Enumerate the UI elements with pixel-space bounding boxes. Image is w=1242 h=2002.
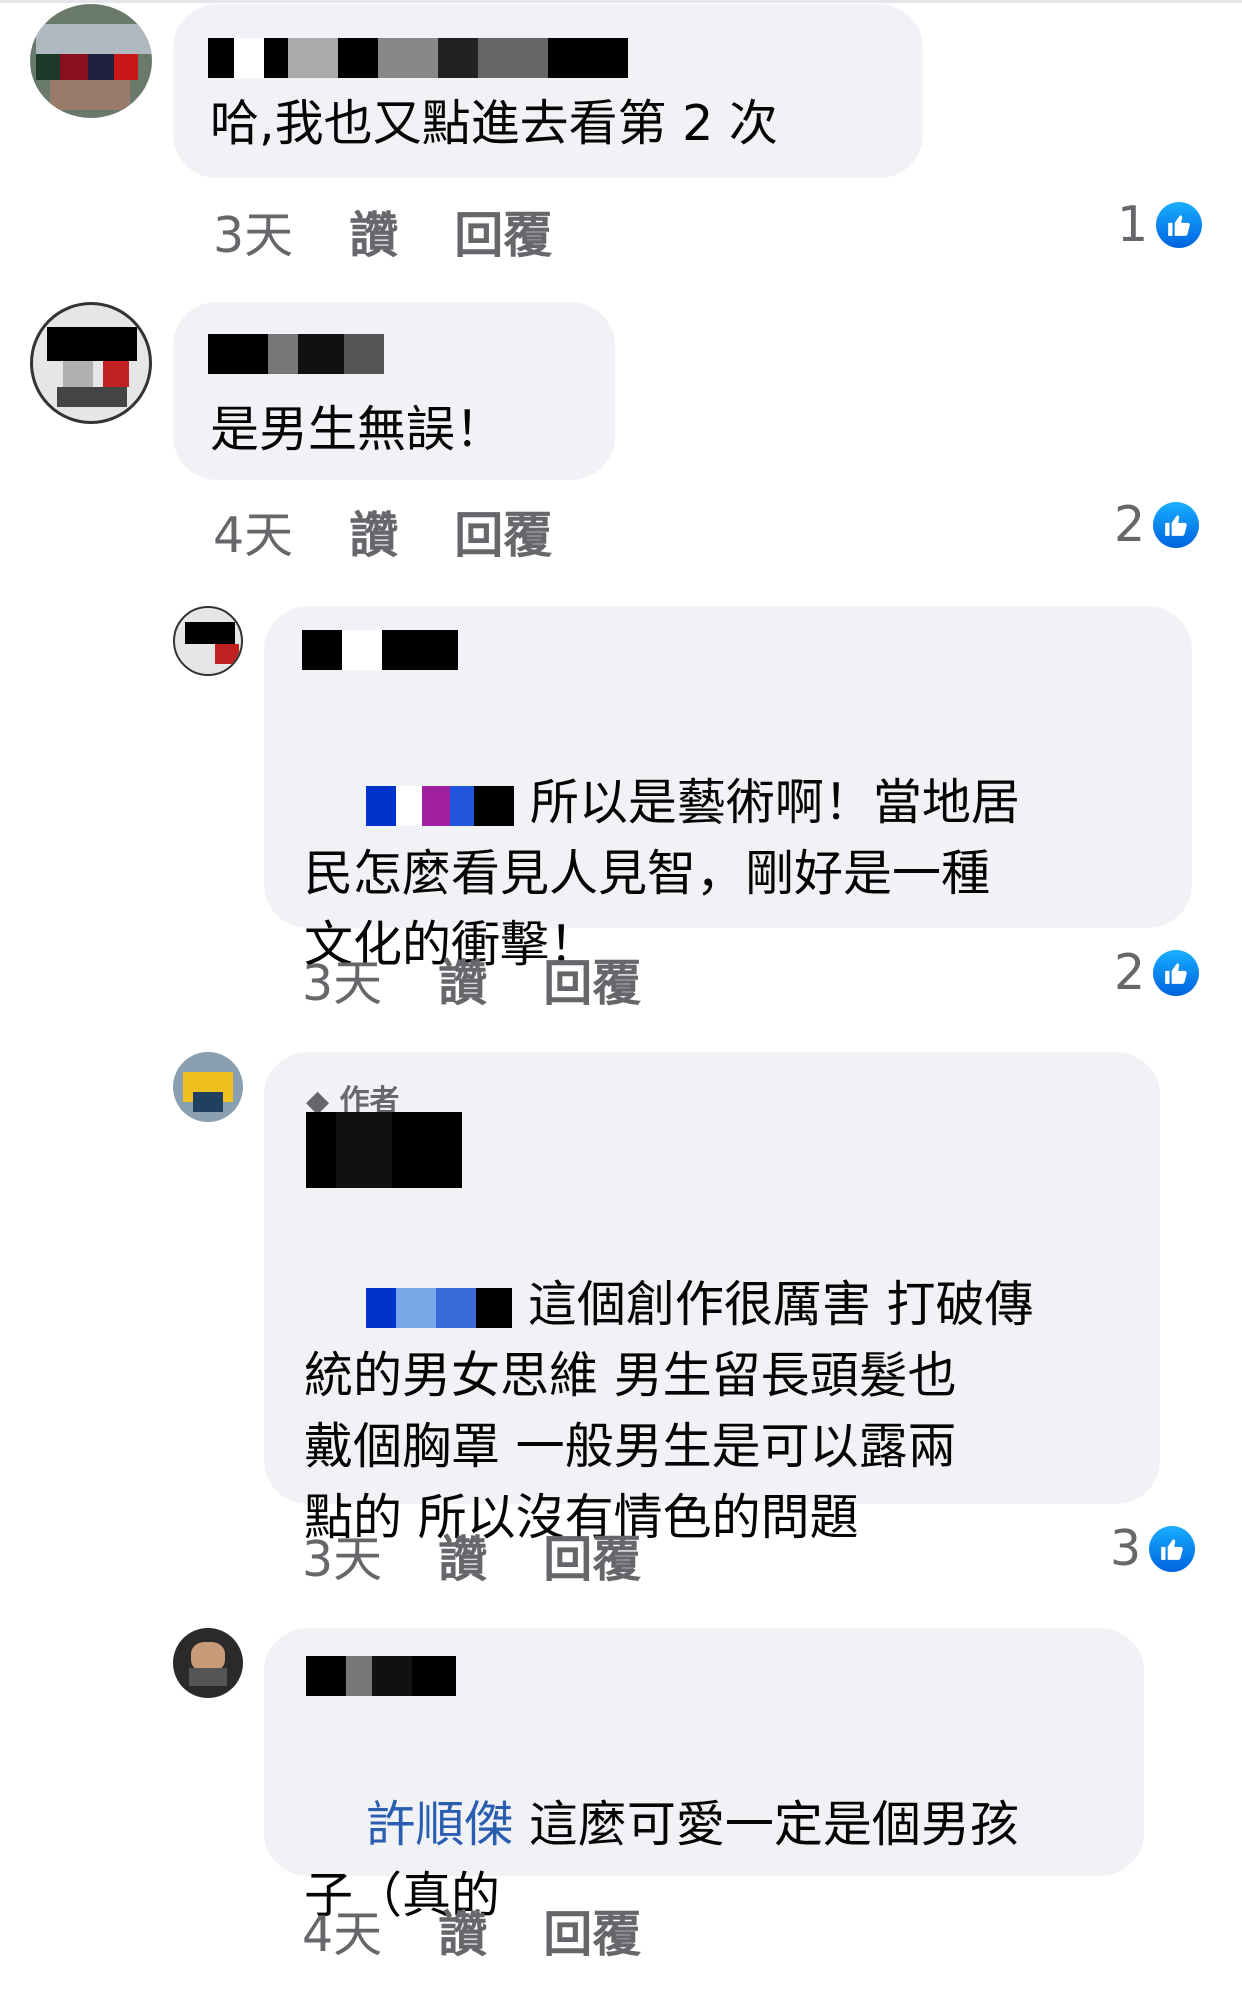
like-button[interactable]: 讚	[349, 196, 398, 267]
reaction-count[interactable]: 2	[1114, 496, 1200, 553]
reply-button[interactable]: 回覆	[454, 496, 552, 567]
like-thumb-icon	[1149, 1525, 1196, 1572]
comment-time[interactable]: 4天	[213, 496, 293, 567]
like-thumb-icon	[1153, 949, 1200, 996]
reaction-count[interactable]: 3	[1110, 1520, 1196, 1577]
mention-link[interactable]: 許順傑	[366, 1796, 513, 1853]
reaction-number: 3	[1110, 1520, 1142, 1577]
author-name-redacted[interactable]	[208, 38, 628, 78]
like-thumb-icon	[1153, 501, 1200, 548]
comment-actions: 3天 讚 回覆	[302, 1520, 697, 1591]
comment-text: 哈,我也又點進去看第 2 次	[210, 95, 778, 152]
comment-text: 是男生無誤！	[210, 401, 505, 458]
reaction-count[interactable]: 1	[1117, 196, 1203, 253]
comment-actions: 4天 讚 回覆	[213, 496, 608, 567]
comment-actions: 4天 讚 回覆	[302, 1895, 697, 1966]
reply-button[interactable]: 回覆	[543, 1520, 641, 1591]
comment-time[interactable]: 4天	[302, 1895, 382, 1966]
reaction-number: 2	[1114, 496, 1146, 553]
like-button[interactable]: 讚	[349, 496, 398, 567]
author-name-redacted[interactable]	[302, 630, 458, 670]
author-name-redacted[interactable]	[306, 1656, 456, 1696]
avatar[interactable]	[30, 4, 152, 118]
avatar[interactable]	[173, 1628, 243, 1698]
reply-button[interactable]: 回覆	[454, 196, 552, 267]
like-button[interactable]: 讚	[438, 1895, 487, 1966]
reaction-number: 1	[1117, 196, 1149, 253]
avatar[interactable]	[30, 302, 152, 424]
comment-time[interactable]: 3天	[213, 196, 293, 267]
avatar[interactable]	[173, 606, 243, 676]
comment-time[interactable]: 3天	[302, 1520, 382, 1591]
reply-button[interactable]: 回覆	[543, 1895, 641, 1966]
comment-actions: 3天 讚 回覆	[302, 944, 697, 1015]
author-name-redacted[interactable]	[306, 1112, 462, 1188]
reaction-count[interactable]: 2	[1114, 944, 1200, 1001]
like-button[interactable]: 讚	[438, 944, 487, 1015]
top-divider	[0, 0, 1242, 3]
comment-time[interactable]: 3天	[302, 944, 382, 1015]
comment-actions: 3天 讚 回覆	[213, 196, 608, 267]
mention-redacted[interactable]	[366, 1287, 513, 1328]
like-button[interactable]: 讚	[438, 1520, 487, 1591]
reaction-number: 2	[1114, 944, 1146, 1001]
mention-redacted[interactable]	[366, 785, 515, 826]
author-name-redacted[interactable]	[208, 334, 384, 374]
like-thumb-icon	[1156, 201, 1203, 248]
reply-button[interactable]: 回覆	[543, 944, 641, 1015]
avatar[interactable]	[173, 1052, 243, 1122]
